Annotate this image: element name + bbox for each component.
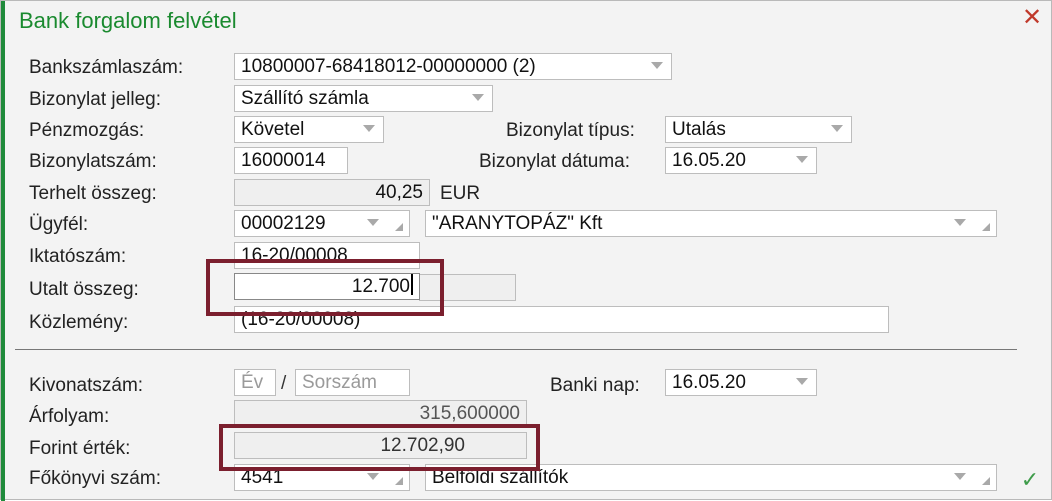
customer-code-value: 00002129 [241, 213, 326, 234]
chevron-down-icon [954, 219, 966, 226]
document-kind-select[interactable]: Szállító számla [234, 85, 493, 112]
transferred-amount-value: 12.700 [351, 276, 410, 297]
forint-value: 12.702,90 [380, 435, 465, 456]
statement-separator: / [281, 373, 287, 394]
chevron-down-icon [831, 125, 843, 132]
customer-name-select[interactable]: "ARANYTOPÁZ" Kft [425, 210, 997, 237]
bank-day-label: Banki nap: [550, 375, 640, 396]
document-type-label: Bizonylat típus: [506, 120, 635, 141]
bank-transaction-dialog: Bank forgalom felvétel ✕ Bankszámlaszám:… [0, 0, 1052, 501]
text-caret [411, 274, 413, 295]
money-movement-label: Pénzmozgás: [29, 120, 145, 141]
customer-label: Ügyfél: [29, 214, 89, 235]
chevron-down-icon [472, 94, 484, 101]
lookup-corner-icon [395, 477, 403, 485]
exchange-rate-label: Árfolyam: [29, 406, 110, 427]
money-movement-value: Követel [241, 119, 305, 140]
document-date-label: Bizonylat dátuma: [479, 151, 631, 172]
statement-year-input[interactable]: Év [234, 369, 276, 396]
document-kind-label: Bizonylat jelleg: [29, 89, 162, 110]
transferred-amount-input[interactable]: 12.700 [234, 273, 420, 300]
remark-label: Közlemény: [29, 312, 129, 333]
ledger-code-select[interactable]: 4541 [234, 464, 410, 491]
forint-value-field: 12.702,90 [234, 432, 527, 459]
ledger-name-value: Belföldi szállítók [432, 467, 569, 488]
bank-account-value: 10800007-68418012-00000000 (2) [241, 56, 536, 77]
chevron-down-icon [363, 125, 375, 132]
customer-code-select[interactable]: 00002129 [234, 210, 410, 237]
chevron-down-icon [796, 378, 808, 385]
ledger-number-label: Főkönyvi szám: [29, 468, 161, 489]
money-movement-select[interactable]: Követel [234, 116, 384, 143]
document-type-value: Utalás [672, 119, 726, 140]
charged-amount-field: 40,25 [234, 179, 430, 206]
registry-number-input[interactable]: 16-20/00008 [234, 242, 420, 269]
chevron-down-icon [367, 473, 379, 480]
document-number-input[interactable]: 16000014 [234, 147, 348, 174]
forint-value-label: Forint érték: [29, 438, 131, 459]
close-icon[interactable]: ✕ [1019, 6, 1045, 32]
lookup-corner-icon [982, 477, 990, 485]
confirm-check-icon[interactable]: ✓ [1017, 467, 1043, 493]
ledger-name-select[interactable]: Belföldi szállítók [425, 464, 997, 491]
accent-bar [1, 1, 5, 501]
bank-day-select[interactable]: 16.05.20 [665, 369, 817, 396]
chevron-down-icon [651, 62, 663, 69]
charged-amount-currency: EUR [440, 183, 481, 204]
section-divider [15, 349, 1017, 350]
bank-account-label: Bankszámlaszám: [29, 57, 184, 78]
statement-serial-input[interactable]: Sorszám [295, 369, 410, 396]
chevron-down-icon [954, 473, 966, 480]
bank-day-value: 16.05.20 [672, 372, 746, 393]
document-type-select[interactable]: Utalás [665, 116, 852, 143]
registry-number-label: Iktatószám: [29, 246, 127, 267]
customer-name-value: "ARANYTOPÁZ" Kft [432, 213, 603, 234]
chevron-down-icon [796, 156, 808, 163]
transferred-amount-aux-field [419, 274, 516, 301]
charged-amount-label: Terhelt összeg: [29, 183, 157, 204]
chevron-down-icon [367, 219, 379, 226]
dialog-title: Bank forgalom felvétel [19, 8, 237, 33]
document-kind-value: Szállító számla [241, 88, 369, 109]
lookup-corner-icon [395, 223, 403, 231]
lookup-corner-icon [982, 223, 990, 231]
ledger-code-value: 4541 [241, 467, 284, 488]
remark-input[interactable]: (16-20/00008) [234, 306, 889, 333]
statement-number-label: Kivonatszám: [29, 375, 144, 396]
exchange-rate-field: 315,600000 [234, 400, 527, 427]
document-number-label: Bizonylatszám: [29, 151, 157, 172]
bank-account-select[interactable]: 10800007-68418012-00000000 (2) [234, 53, 672, 80]
transferred-amount-label: Utalt összeg: [29, 279, 139, 300]
document-date-value: 16.05.20 [672, 150, 746, 171]
document-date-select[interactable]: 16.05.20 [665, 147, 817, 174]
